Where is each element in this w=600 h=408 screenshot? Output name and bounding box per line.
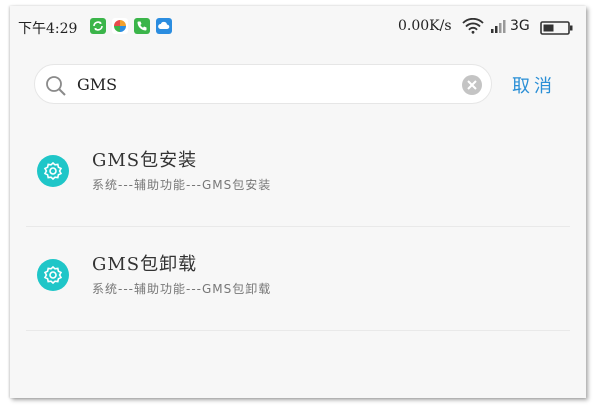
phone-screen: 下午4:29 0.00K/s 3G GMS 取消 GMS包安装 系统---辅助功… [10, 6, 586, 398]
status-time: 下午4:29 [18, 21, 78, 37]
result-path: 系统---辅助功能---GMS包安装 [92, 178, 272, 192]
clear-search-icon[interactable] [461, 74, 483, 100]
divider [26, 226, 570, 227]
app-frame: 下午4:29 0.00K/s 3G GMS 取消 GMS包安装 系统---辅助功… [0, 0, 600, 408]
search-input[interactable] [77, 73, 447, 95]
network-type: 3G [510, 18, 530, 34]
search-bar[interactable] [34, 64, 492, 104]
cloud-app-icon [156, 18, 172, 34]
result-title: GMS包安装 [92, 150, 198, 171]
search-result-item[interactable]: GMS包卸载 系统---辅助功能---GMS包卸载 [26, 228, 570, 330]
result-title: GMS包卸载 [92, 254, 198, 275]
refresh-app-icon [90, 18, 106, 34]
phone-app-icon [134, 18, 150, 34]
settings-gear-icon [36, 154, 70, 192]
network-speed: 0.00K/s [398, 18, 452, 34]
search-result-item[interactable]: GMS包安装 系统---辅助功能---GMS包安装 [26, 124, 570, 226]
pinwheel-app-icon [112, 18, 128, 34]
result-path: 系统---辅助功能---GMS包卸载 [92, 282, 272, 296]
search-icon [45, 75, 67, 101]
wifi-icon [462, 17, 484, 38]
divider [26, 330, 570, 331]
signal-icon [490, 18, 508, 38]
settings-gear-icon [36, 258, 70, 296]
battery-icon [540, 21, 574, 39]
status-bar: 下午4:29 0.00K/s 3G [10, 6, 586, 46]
cancel-button[interactable]: 取消 [512, 72, 556, 98]
